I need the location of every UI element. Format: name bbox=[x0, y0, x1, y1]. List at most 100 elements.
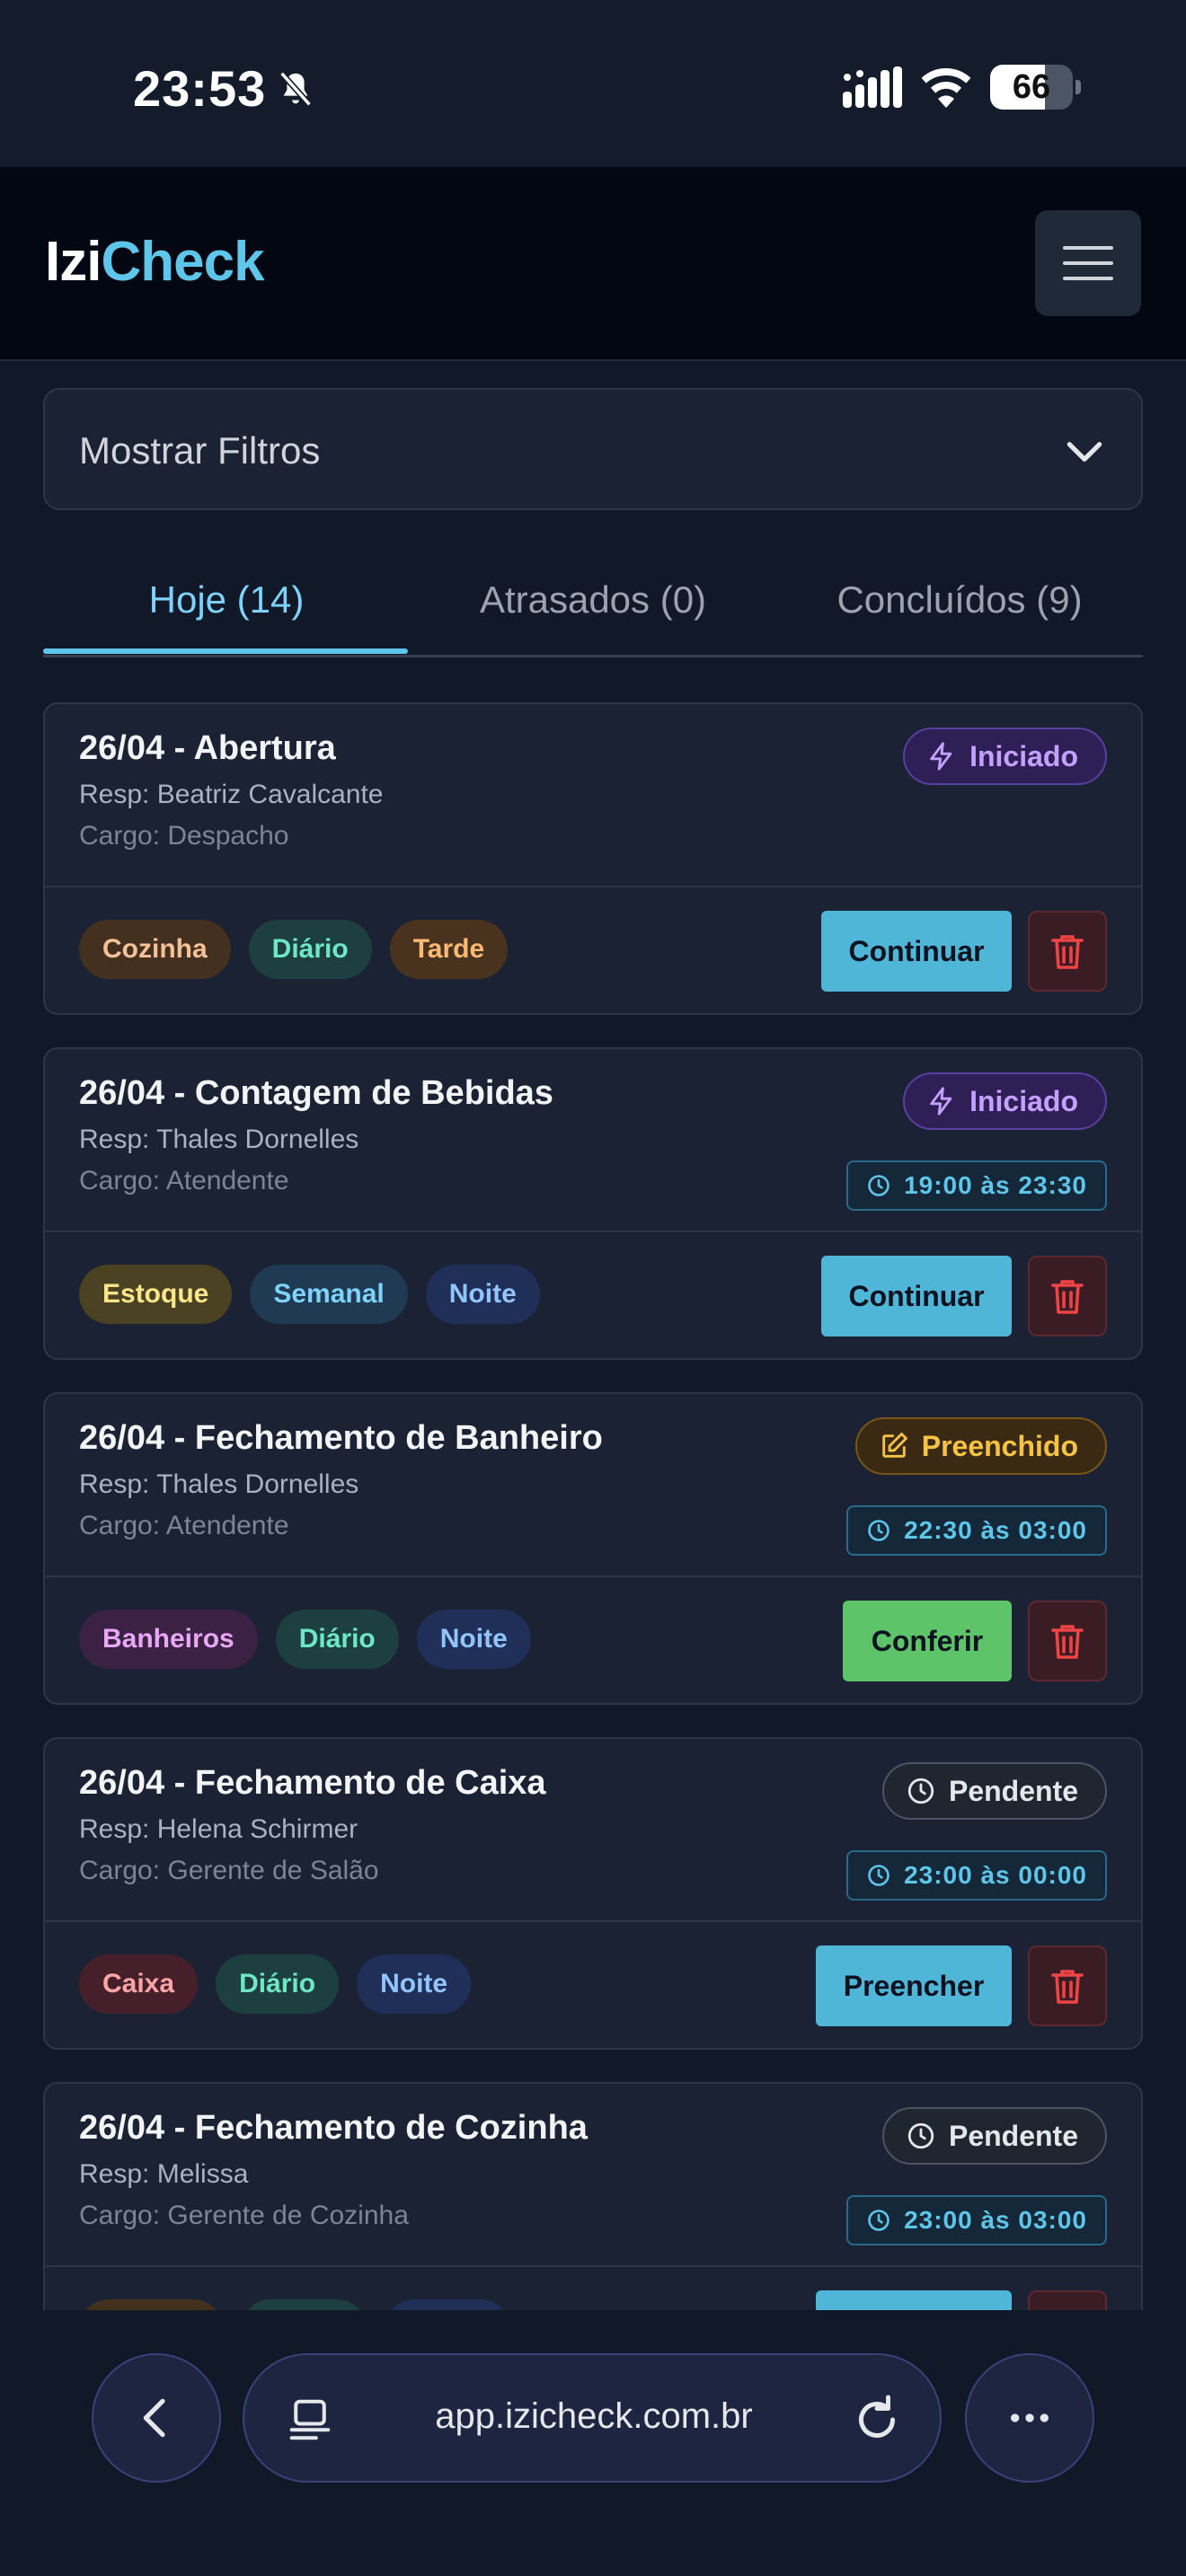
checklist-card[interactable]: 26/04 - Abertura Resp: Beatriz Cavalcant… bbox=[43, 702, 1143, 1015]
time-window-badge: 22:30 às 03:00 bbox=[846, 1505, 1107, 1556]
time-window-label: 19:00 às 23:30 bbox=[904, 1171, 1087, 1199]
time-window-badge: 19:00 às 23:30 bbox=[846, 1160, 1107, 1211]
trash-icon bbox=[1051, 1625, 1084, 1659]
status-badge: Pendente bbox=[881, 2107, 1107, 2165]
tag-noite: Noite bbox=[416, 1610, 531, 1669]
clock-icon bbox=[868, 2210, 890, 2231]
continue-button[interactable]: Continuar bbox=[821, 911, 1012, 992]
delete-button[interactable] bbox=[1028, 1601, 1107, 1681]
status-label: Pendente bbox=[948, 1774, 1078, 1807]
app-logo[interactable]: IziCheck bbox=[45, 230, 265, 294]
browser-toolbar: app.izicheck.com.br bbox=[0, 2310, 1186, 2576]
checklist-card[interactable]: 26/04 - Fechamento de Cozinha Resp: Meli… bbox=[43, 2082, 1143, 2310]
status-label: Iniciado bbox=[969, 1084, 1078, 1117]
battery-percent: 66 bbox=[1012, 68, 1051, 106]
status-bar: 23:53 66 bbox=[0, 0, 1186, 167]
hamburger-icon bbox=[1063, 246, 1113, 250]
time-window-label: 23:00 às 00:00 bbox=[904, 1861, 1087, 1889]
tag-partial bbox=[385, 2299, 510, 2310]
confer-button[interactable]: Conferir bbox=[843, 1601, 1012, 1681]
wifi-icon bbox=[921, 67, 971, 108]
tag-noite: Noite bbox=[357, 1954, 472, 2014]
tab-hoje[interactable]: Hoje (14) bbox=[43, 578, 410, 622]
tag-tarde: Tarde bbox=[389, 920, 509, 979]
checklist-card[interactable]: 26/04 - Fechamento de Caixa Resp: Helena… bbox=[43, 1737, 1143, 2050]
status-label: Preenchido bbox=[921, 1429, 1078, 1462]
filters-toggle[interactable]: Mostrar Filtros bbox=[43, 388, 1143, 510]
card-role: Cargo: Atendente bbox=[79, 1511, 289, 1540]
status-badge: Iniciado bbox=[903, 1072, 1107, 1130]
status-label: Pendente bbox=[948, 2119, 1078, 2152]
tag-banheiros: Banheiros bbox=[79, 1610, 258, 1669]
time-window-label: 22:30 às 03:00 bbox=[904, 1516, 1087, 1544]
url-text: app.izicheck.com.br bbox=[435, 2396, 753, 2436]
fill-button[interactable]: Preencher bbox=[816, 1945, 1012, 2026]
filters-label: Mostrar Filtros bbox=[79, 429, 321, 472]
app-header: IziCheck bbox=[0, 167, 1186, 361]
active-tab-indicator bbox=[43, 648, 408, 654]
checklist-card[interactable]: 26/04 - Fechamento de Banheiro Resp: Tha… bbox=[43, 1392, 1143, 1705]
time-window-label: 23:00 às 03:00 bbox=[904, 2206, 1087, 2234]
card-role: Cargo: Atendente bbox=[79, 1166, 289, 1195]
tag-partial bbox=[79, 2299, 223, 2310]
card-role: Cargo: Gerente de Cozinha bbox=[79, 2201, 409, 2230]
more-options-button[interactable] bbox=[965, 2353, 1094, 2483]
tag-partial bbox=[241, 2299, 367, 2310]
trash-icon bbox=[1051, 935, 1084, 969]
checklist-card[interactable]: 26/04 - Contagem de Bebidas Resp: Thales… bbox=[43, 1047, 1143, 1360]
tag-list: Banheiros Diário Noite bbox=[79, 1610, 531, 1669]
card-responsible: Resp: Beatriz Cavalcante bbox=[79, 780, 384, 809]
back-button[interactable] bbox=[92, 2353, 221, 2483]
lightning-icon bbox=[930, 1087, 952, 1116]
clock-icon bbox=[868, 1175, 890, 1196]
fill-button[interactable] bbox=[816, 2290, 1012, 2310]
delete-button[interactable] bbox=[1028, 911, 1107, 992]
reload-icon[interactable] bbox=[850, 2393, 904, 2447]
lightning-icon bbox=[930, 742, 952, 771]
tag-cozinha: Cozinha bbox=[79, 920, 231, 979]
delete-button[interactable] bbox=[1028, 1256, 1107, 1337]
delete-button[interactable] bbox=[1028, 2290, 1107, 2310]
clock-icon bbox=[907, 1778, 934, 1804]
card-role: Cargo: Despacho bbox=[79, 821, 289, 851]
tag-diario: Diário bbox=[275, 1610, 399, 1669]
card-title: 26/04 - Fechamento de Cozinha bbox=[79, 2109, 588, 2147]
clock-icon bbox=[907, 2122, 934, 2149]
logo-text-check: Check bbox=[101, 231, 264, 293]
menu-button[interactable] bbox=[1035, 210, 1141, 316]
tag-caixa: Caixa bbox=[79, 1954, 199, 2014]
continue-button[interactable]: Continuar bbox=[821, 1256, 1012, 1337]
time-window-badge: 23:00 às 00:00 bbox=[846, 1850, 1107, 1901]
tab-concluidos[interactable]: Concluídos (9) bbox=[776, 578, 1143, 622]
more-dots-icon bbox=[1011, 2413, 1049, 2422]
card-title: 26/04 - Fechamento de Caixa bbox=[79, 1764, 546, 1802]
signal-icon bbox=[843, 66, 902, 108]
delete-button[interactable] bbox=[1028, 1945, 1107, 2026]
chevron-down-icon bbox=[1067, 442, 1102, 462]
tag-list bbox=[79, 2299, 510, 2310]
bell-muted-icon bbox=[279, 71, 312, 107]
card-title: 26/04 - Fechamento de Banheiro bbox=[79, 1419, 603, 1457]
card-role: Cargo: Gerente de Salão bbox=[79, 1856, 379, 1885]
logo-text-izi: Izi bbox=[45, 231, 102, 293]
status-label: Iniciado bbox=[969, 739, 1078, 772]
tag-diario: Diário bbox=[248, 920, 372, 979]
clock-icon bbox=[868, 1520, 890, 1541]
card-responsible: Resp: Melissa bbox=[79, 2159, 249, 2189]
tag-semanal: Semanal bbox=[250, 1265, 408, 1324]
address-bar[interactable]: app.izicheck.com.br bbox=[243, 2353, 942, 2483]
status-time: 23:53 bbox=[133, 60, 267, 117]
battery-indicator: 66 bbox=[990, 65, 1081, 110]
card-responsible: Resp: Helena Schirmer bbox=[79, 1814, 358, 1844]
tag-list: Caixa Diário Noite bbox=[79, 1954, 472, 2014]
clock-icon bbox=[868, 1865, 890, 1886]
tab-atrasados[interactable]: Atrasados (0) bbox=[410, 578, 776, 622]
tag-list: Cozinha Diário Tarde bbox=[79, 920, 509, 979]
card-title: 26/04 - Abertura bbox=[79, 729, 336, 767]
checklist-list: 26/04 - Abertura Resp: Beatriz Cavalcant… bbox=[0, 702, 1186, 2310]
tag-noite: Noite bbox=[425, 1265, 540, 1324]
tag-diario: Diário bbox=[216, 1954, 340, 2014]
time-window-badge: 23:00 às 03:00 bbox=[846, 2195, 1107, 2245]
status-badge: Iniciado bbox=[903, 728, 1107, 785]
card-title: 26/04 - Contagem de Bebidas bbox=[79, 1074, 553, 1112]
